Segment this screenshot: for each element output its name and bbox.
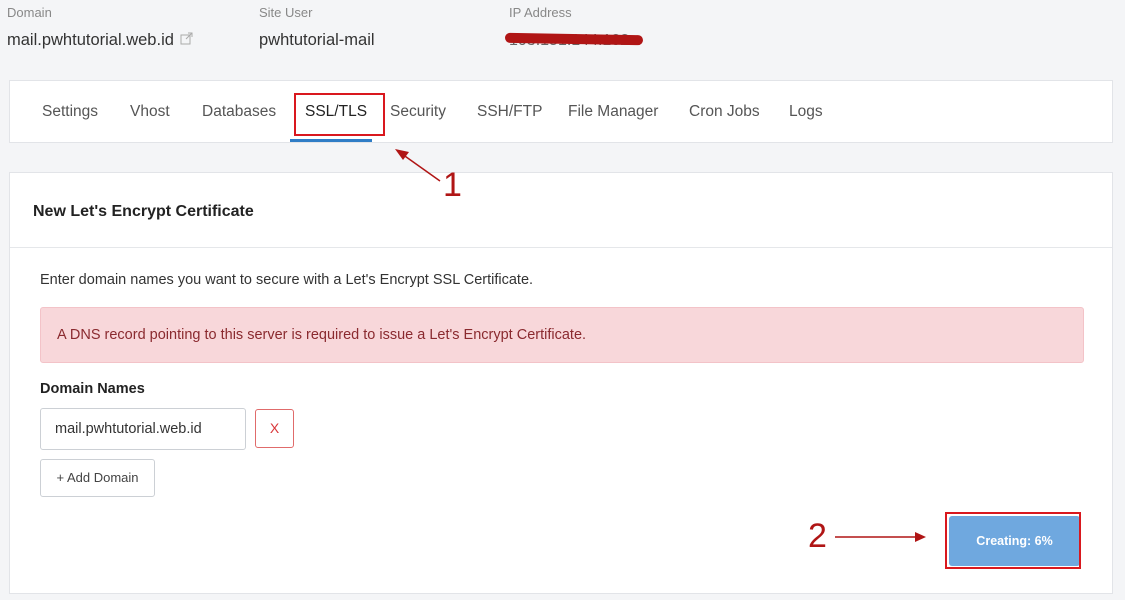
annotation-arrow-2 [835,532,926,542]
annotation-arrows [395,149,926,542]
annotation-arrow-1 [395,149,441,182]
